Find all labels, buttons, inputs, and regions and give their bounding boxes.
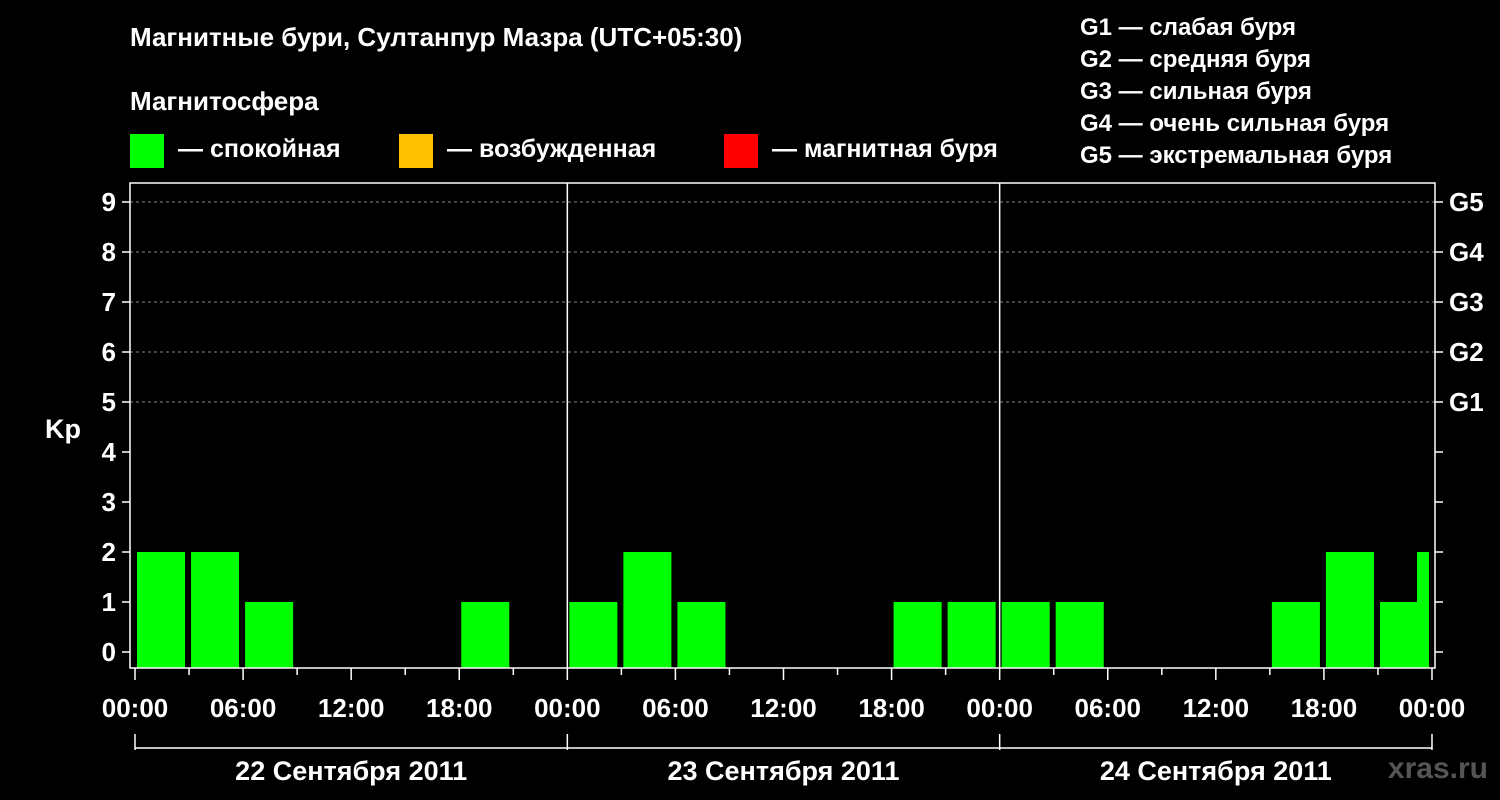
day-label: 22 Сентября 2011: [235, 756, 467, 786]
y-tick-label: 7: [102, 287, 116, 317]
y-tick-label: 1: [102, 587, 116, 617]
g-level-label: G2: [1449, 337, 1484, 367]
y-tick-label: 2: [102, 537, 116, 567]
kp-bar: [947, 602, 996, 668]
kp-bar: [137, 552, 186, 668]
x-tick-label: 06:00: [1074, 693, 1141, 723]
kp-bar: [569, 602, 618, 668]
x-tick-label: 06:00: [642, 693, 709, 723]
kp-bar: [245, 602, 294, 668]
kp-bar: [677, 602, 726, 668]
x-tick-label: 00:00: [1399, 693, 1466, 723]
g-level-label: G3: [1449, 287, 1484, 317]
kp-bar: [1001, 602, 1050, 668]
kp-bar: [623, 552, 672, 668]
y-tick-label: 5: [102, 387, 116, 417]
plot-frame: [129, 182, 1436, 669]
g-level-label: G1: [1449, 387, 1484, 417]
g-level-label: G4: [1449, 237, 1484, 267]
kp-bar-partial: [1416, 552, 1429, 668]
day-label: 24 Сентября 2011: [1100, 756, 1332, 786]
x-tick-label: 12:00: [750, 693, 817, 723]
y-tick-label: 4: [102, 437, 117, 467]
g-level-label: G5: [1449, 187, 1484, 217]
x-tick-label: 00:00: [534, 693, 601, 723]
y-tick-label: 9: [102, 187, 116, 217]
x-tick-label: 12:00: [1183, 693, 1250, 723]
y-tick-label: 3: [102, 487, 116, 517]
y-tick-label: 6: [102, 337, 116, 367]
kp-bar-chart: 0 1 2 3 4 5 6 7 8 9 G1 G2 G3 G4 G5 Kp 00:00 06:00 12:00 18:…: [45, 182, 1484, 786]
y-axis-label: Kp: [45, 414, 81, 444]
x-tick-label: 18:00: [426, 693, 493, 723]
kp-bar: [1325, 552, 1374, 668]
kp-bar: [1055, 602, 1104, 668]
y-tick-label: 0: [102, 637, 116, 667]
kp-bar: [461, 602, 510, 668]
kp-bar: [893, 602, 942, 668]
x-tick-label: 00:00: [102, 693, 169, 723]
x-tick-label: 12:00: [318, 693, 385, 723]
x-tick-label: 18:00: [1291, 693, 1358, 723]
watermark: xras.ru: [1387, 752, 1488, 785]
x-tick-label: 00:00: [966, 693, 1033, 723]
x-tick-label: 06:00: [210, 693, 277, 723]
x-tick-label: 18:00: [858, 693, 925, 723]
kp-bar: [1271, 602, 1320, 668]
y-tick-label: 8: [102, 237, 116, 267]
day-label: 23 Сентября 2011: [668, 756, 900, 786]
kp-bar: [191, 552, 240, 668]
